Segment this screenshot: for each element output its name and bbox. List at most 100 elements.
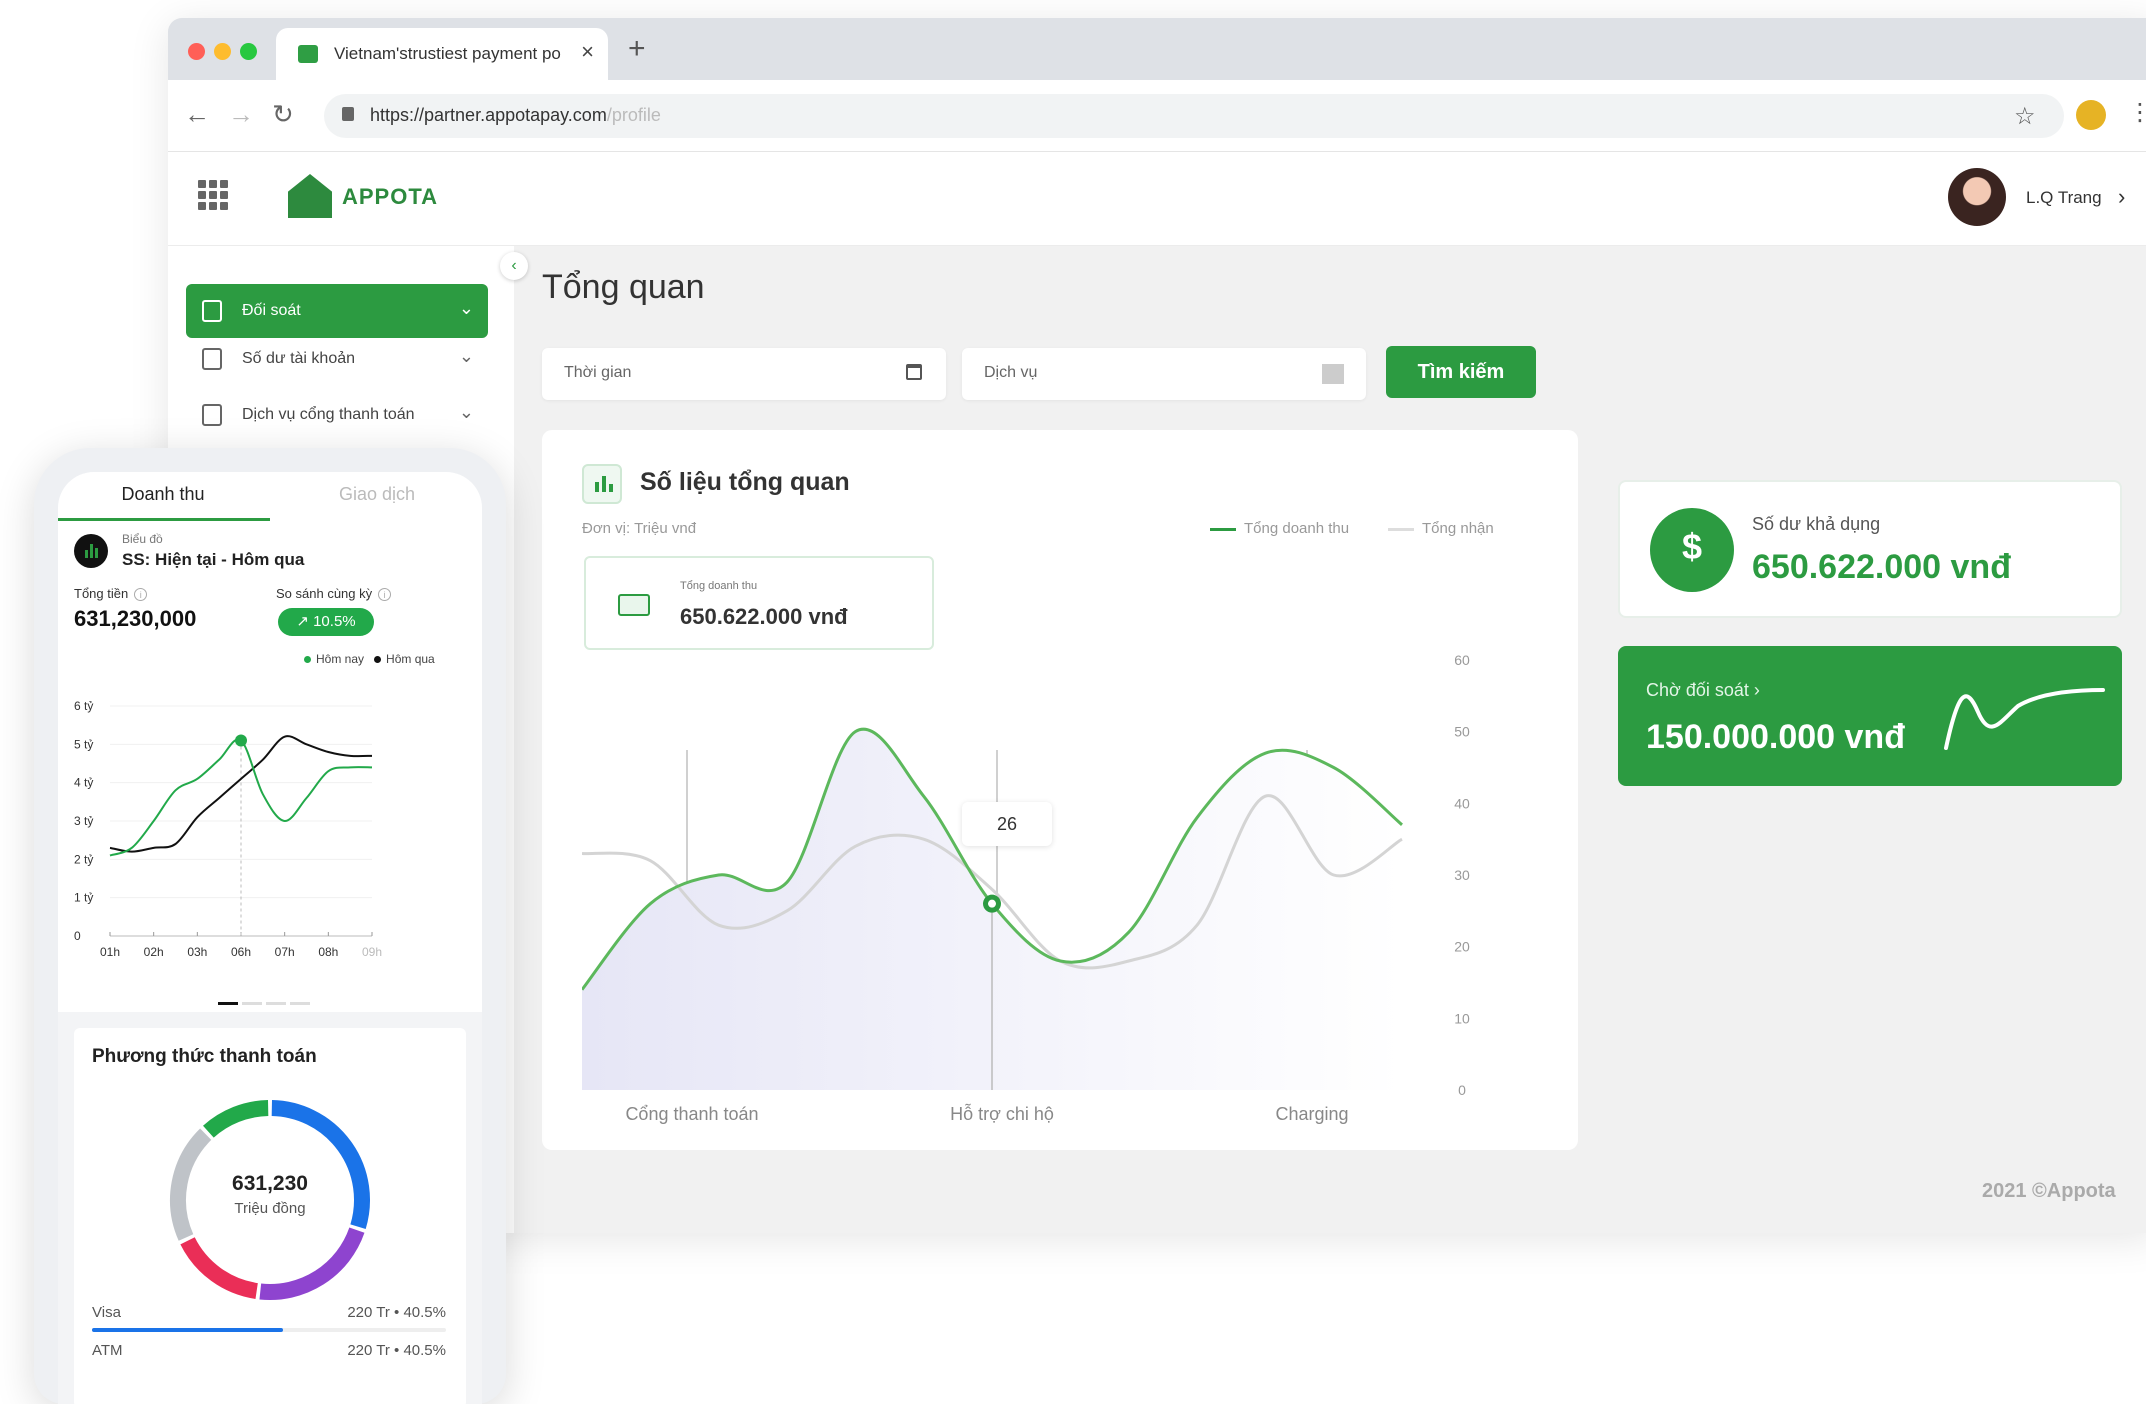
donut-segment: [259, 1227, 365, 1300]
logo-text: APPOTA: [342, 184, 439, 209]
compare-label: So sánh cùng kỳ i: [276, 586, 392, 601]
user-name[interactable]: L.Q Trang: [2026, 188, 2102, 208]
close-window-button[interactable]: [188, 43, 205, 60]
logo-mark-icon: [288, 174, 332, 218]
tab-bar: Vietnam'strustiest payment po × +: [168, 18, 2146, 80]
x-tick-label: 08h: [318, 945, 338, 959]
payment-method-row[interactable]: ATM 220 Tr • 40.5%: [92, 1342, 446, 1359]
user-avatar[interactable]: [1948, 168, 2006, 226]
select-icon: [1322, 364, 1344, 384]
store-icon: [202, 404, 222, 426]
page-indicator[interactable]: [218, 992, 314, 1010]
tab-doanh-thu[interactable]: Doanh thu: [58, 484, 268, 505]
sidebar-item-so-du[interactable]: Số dư tài khoản ⌄: [186, 332, 488, 386]
y-tick-label: 10: [1454, 1010, 1470, 1026]
donut-value: 631,230: [232, 1172, 308, 1195]
search-button[interactable]: Tìm kiếm: [1386, 346, 1536, 398]
y-tick-label: 0: [74, 929, 81, 943]
chevron-down-icon: ⌄: [458, 298, 474, 318]
reload-icon[interactable]: ↻: [272, 99, 294, 130]
y-tick-label: 30: [1454, 867, 1470, 883]
x-tick-label: 09h: [362, 945, 382, 959]
donut-segment: [180, 1237, 259, 1299]
y-tick-label: 50: [1454, 724, 1470, 740]
x-tick-label: 03h: [187, 945, 207, 959]
new-tab-icon[interactable]: +: [628, 32, 646, 66]
legend-item[interactable]: Tổng nhận: [1388, 520, 1494, 537]
method-name: Visa: [92, 1304, 121, 1321]
tooltip-value: 650.622.000 vnđ: [680, 604, 848, 629]
phone-line-chart: 0 1 tỷ 2 tỷ 3 tỷ 4 tỷ 5 tỷ 6 tỷ 01h 02h 03h 06h 07h…: [74, 699, 382, 959]
balance-value: 650.622.000 vnđ: [1752, 548, 2011, 586]
close-tab-icon[interactable]: ×: [581, 39, 594, 65]
appota-logo[interactable]: APPOTA: [288, 170, 518, 222]
pending-label: Chờ đối soát ›: [1646, 680, 1760, 700]
service-filter-select[interactable]: Dịch vụ: [962, 348, 1366, 400]
page-title: Tổng quan: [542, 268, 705, 306]
overview-chart-card: Số liệu tổng quan Đơn vị: Triệu vnđ Tổng…: [542, 430, 1578, 1150]
minimize-window-button[interactable]: [214, 43, 231, 60]
wallet-icon: [202, 348, 222, 370]
payment-methods-card: Phương thức thanh toán 631,230 Triệu đồn…: [74, 1028, 466, 1404]
chevron-right-icon[interactable]: ›: [2118, 184, 2125, 210]
y-tick-label: 5 tỷ: [74, 737, 93, 751]
browser-tab[interactable]: Vietnam'strustiest payment po ×: [276, 28, 608, 80]
balance-label: Số dư khả dụng: [1752, 514, 1881, 534]
sidebar-item-label: Dịch vụ cổng thanh toán: [242, 406, 415, 423]
copyright: 2021 ©Appota: [1982, 1180, 2116, 1202]
x-tick-label: Hỗ trợ chi hộ: [950, 1103, 1054, 1124]
phone-mockup: Doanh thu Giao dịch Biểu đồ SS: Hiện tại…: [34, 448, 506, 1404]
total-value: 631,230,000: [74, 606, 197, 631]
profile-avatar-icon[interactable]: [2076, 100, 2106, 130]
chart-tooltip: Tổng doanh thu 650.622.000 vnđ: [584, 556, 934, 650]
balance-card[interactable]: Số dư khả dụng 650.622.000 vnđ: [1618, 480, 2122, 618]
x-tick-label: 01h: [100, 945, 120, 959]
url-text: https://partner.appotapay.com/profile: [370, 105, 661, 125]
method-name: ATM: [92, 1342, 123, 1359]
document-icon: [202, 300, 222, 322]
calendar-icon: [906, 364, 922, 380]
apps-grid-icon[interactable]: [198, 180, 228, 210]
tab-title: Vietnam'strustiest payment po: [334, 44, 561, 63]
pending-reconciliation-card[interactable]: Chờ đối soát › 150.000.000 vnđ: [1618, 646, 2122, 786]
sidebar-item-label: Đối soát: [242, 302, 301, 319]
app-header: APPOTA L.Q Trang ›: [168, 152, 2146, 246]
time-filter-input[interactable]: Thời gian: [542, 348, 946, 400]
chart-caption: Biểu đồ: [122, 532, 163, 546]
y-tick-label: 2 tỷ: [74, 852, 93, 866]
revenue-panel: Doanh thu Giao dịch Biểu đồ SS: Hiện tại…: [58, 472, 482, 1012]
y-tick-label: 1 tỷ: [74, 891, 93, 905]
x-tick-label: Cổng thanh toán: [625, 1104, 758, 1124]
info-icon: i: [134, 588, 148, 601]
menu-kebab-icon[interactable]: ⋮: [2128, 98, 2146, 127]
bookmark-star-icon[interactable]: ☆: [2014, 102, 2036, 131]
favicon-icon: [298, 45, 318, 63]
phone-screen: Doanh thu Giao dịch Biểu đồ SS: Hiện tại…: [58, 472, 482, 1404]
y-tick-label: 3 tỷ: [74, 814, 93, 828]
payment-method-row[interactable]: Visa 220 Tr • 40.5%: [92, 1304, 446, 1321]
cash-icon: [618, 594, 650, 616]
browser-toolbar: ← → ↻ https://partner.appotapay.com/prof…: [168, 80, 2146, 152]
pending-value: 150.000.000 vnđ: [1646, 718, 1905, 756]
tooltip-label: Tổng doanh thu: [680, 580, 758, 592]
method-share-bar: [92, 1328, 446, 1332]
sidebar-item-doi-soat[interactable]: Đối soát ⌄: [186, 284, 488, 338]
tab-giao-dich[interactable]: Giao dịch: [272, 484, 482, 505]
address-bar[interactable]: https://partner.appotapay.com/profile: [324, 94, 2064, 138]
sidebar-item-dich-vu[interactable]: Dịch vụ cổng thanh toán ⌄: [186, 388, 488, 442]
donut-unit: Triệu đồng: [234, 1200, 306, 1217]
y-tick-label: 40: [1454, 795, 1470, 811]
forward-arrow-icon[interactable]: →: [228, 99, 254, 130]
service-filter-placeholder: Dịch vụ: [984, 364, 1038, 381]
phone-chart-legend: Hôm nay Hôm qua: [294, 652, 435, 666]
sidebar-item-label: Số dư tài khoản: [242, 350, 356, 367]
x-tick-label: 06h: [231, 945, 251, 959]
maximize-window-button[interactable]: [240, 43, 257, 60]
method-amount: 220 Tr • 40.5%: [347, 1304, 446, 1321]
legend-item[interactable]: Tổng doanh thu: [1210, 520, 1349, 537]
collapse-sidebar-icon[interactable]: ‹: [500, 252, 528, 280]
x-tick-label: Charging: [1275, 1104, 1348, 1124]
back-arrow-icon[interactable]: ←: [184, 99, 210, 130]
y-tick-label: 60: [1454, 652, 1470, 668]
hover-point: [235, 734, 247, 747]
